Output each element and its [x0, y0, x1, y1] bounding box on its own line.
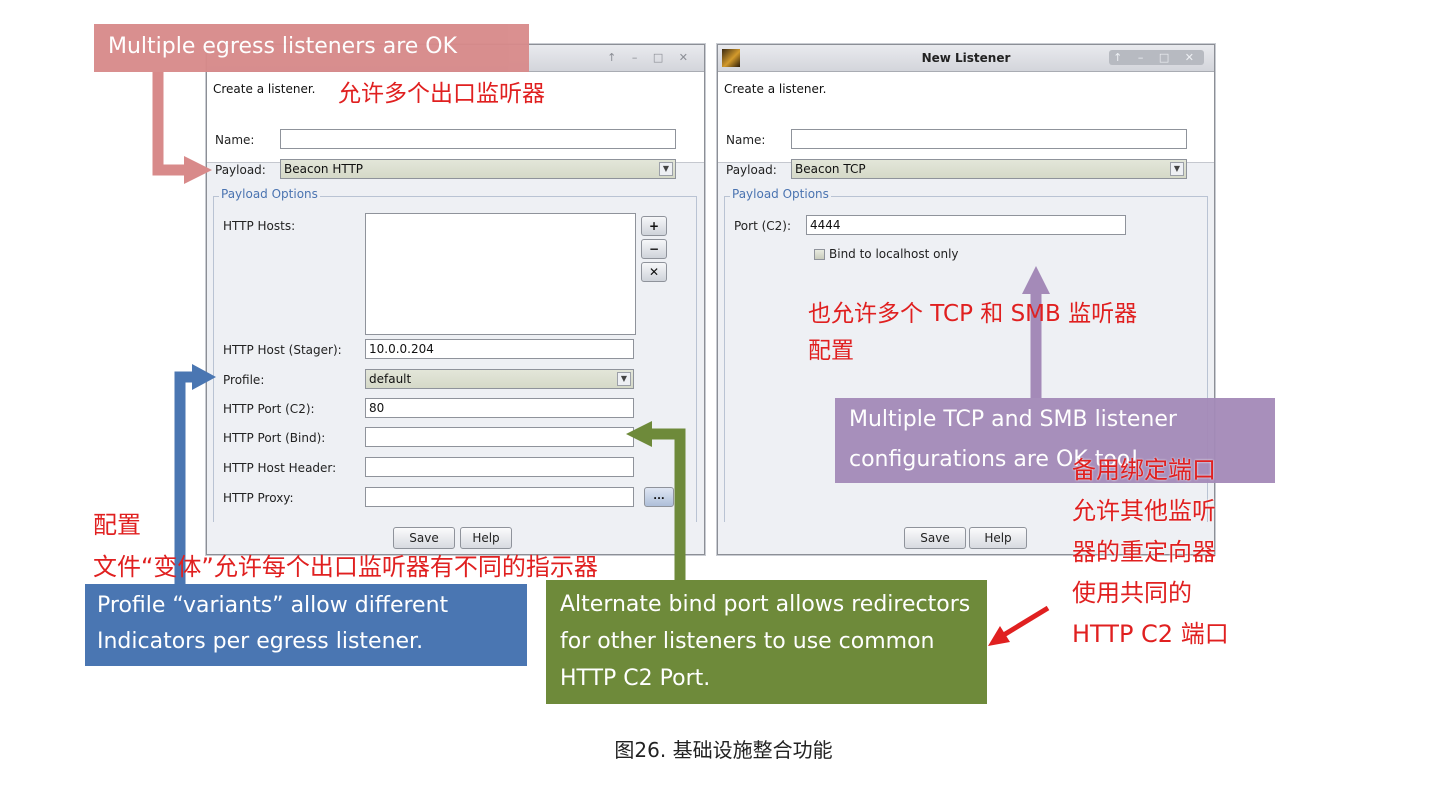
proxy-label: HTTP Proxy: [223, 491, 294, 505]
bind-localhost-checkbox[interactable] [814, 249, 825, 260]
chevron-down-icon: ▼ [617, 372, 631, 386]
left-listener-window: ↑ – □ ✕ Create a listener. Name: Payload… [206, 44, 705, 555]
payload-select[interactable]: Beacon HTTP ▼ [280, 159, 676, 179]
http-hosts-list[interactable] [365, 213, 636, 335]
port-label: Port (C2): [734, 219, 792, 233]
clear-hosts-button[interactable]: ✕ [641, 262, 667, 282]
description-text: Create a listener. [724, 82, 827, 96]
payload-value: Beacon HTTP [284, 162, 364, 176]
pink-arrow [152, 72, 212, 184]
profile-value: default [369, 372, 412, 386]
port-input[interactable]: 4444 [806, 215, 1126, 235]
host-header-label: HTTP Host Header: [223, 461, 337, 475]
chevron-down-icon: ▼ [659, 162, 673, 176]
stager-input[interactable]: 10.0.0.204 [365, 339, 634, 359]
payload-select[interactable]: Beacon TCP ▼ [791, 159, 1187, 179]
right-title-bar: New Listener ↑ – □ ✕ [718, 45, 1214, 72]
payload-options-title: Payload Options [730, 187, 831, 201]
window-controls[interactable]: ↑ – □ ✕ [607, 51, 694, 64]
figure-caption: 图26. 基础设施整合功能 [614, 738, 833, 762]
payload-label: Payload: [215, 163, 266, 177]
chevron-down-icon: ▼ [1170, 162, 1184, 176]
proxy-config-button[interactable]: ... [644, 487, 674, 507]
egress-listeners-callout: Multiple egress listeners are OK [94, 24, 529, 72]
remove-host-button[interactable]: − [641, 239, 667, 259]
red-arrow [988, 605, 1050, 646]
help-button[interactable]: Help [969, 527, 1027, 549]
window-controls[interactable]: ↑ – □ ✕ [1109, 50, 1204, 65]
http-hosts-label: HTTP Hosts: [223, 219, 296, 233]
bind-port-callout: Alternate bind port allows redirectors f… [546, 580, 987, 704]
minus-icon: − [648, 242, 660, 256]
payload-value: Beacon TCP [795, 162, 866, 176]
port-c2-label: HTTP Port (C2): [223, 402, 315, 416]
name-label: Name: [215, 133, 255, 147]
payload-options-title: Payload Options [219, 187, 320, 201]
x-icon: ✕ [648, 265, 660, 279]
plus-icon: + [648, 219, 660, 233]
name-input[interactable] [791, 129, 1187, 149]
description-text: Create a listener. [213, 82, 316, 96]
stager-label: HTTP Host (Stager): [223, 343, 342, 357]
bind-port-cn: 备用绑定端口 允许其他监听 器的重定向器 使用共同的 HTTP C2 端口 [1072, 456, 1229, 648]
tcp-smb-cn: 也允许多个 TCP 和 SMB 监听器 配置 [808, 301, 1138, 364]
host-header-input[interactable] [365, 457, 634, 477]
name-label: Name: [726, 133, 766, 147]
save-button[interactable]: Save [904, 527, 966, 549]
add-host-button[interactable]: + [641, 216, 667, 236]
port-bind-label: HTTP Port (Bind): [223, 431, 326, 445]
profile-select[interactable]: default ▼ [365, 369, 634, 389]
profile-label: Profile: [223, 373, 265, 387]
egress-listeners-cn: 允许多个出口监听器 [338, 81, 545, 107]
port-bind-input[interactable] [365, 427, 634, 447]
port-c2-input[interactable]: 80 [365, 398, 634, 418]
name-input[interactable] [280, 129, 676, 149]
profile-variants-callout: Profile “variants” allow different Indic… [85, 584, 527, 666]
payload-label: Payload: [726, 163, 777, 177]
profile-cn: 配置 文件“变体”允许每个出口监听器有不同的指示器 [93, 511, 598, 581]
description-area: Create a listener. [718, 72, 1214, 163]
bind-localhost-label: Bind to localhost only [829, 247, 959, 261]
